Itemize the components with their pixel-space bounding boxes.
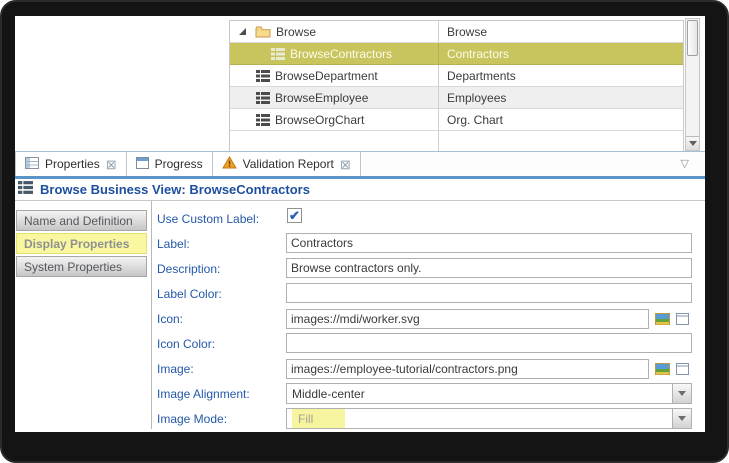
field-label: Image: (157, 361, 194, 376)
field-label: Description: (157, 261, 221, 276)
scrollbar-down-button[interactable] (686, 136, 699, 150)
business-view-icon (256, 113, 270, 126)
image-picker-icon[interactable] (655, 312, 670, 325)
field-label-color: Label Color: (157, 283, 692, 304)
progress-window-icon (135, 156, 149, 172)
business-view-icon (271, 47, 285, 60)
label-color-input[interactable] (286, 283, 692, 303)
tab-label: Properties (45, 157, 100, 171)
tree-item-label: Org. Chart (447, 112, 504, 127)
tree-item-label: Departments (447, 68, 516, 83)
section-sidebar: Name and Definition Display Properties S… (16, 210, 147, 279)
icon-input[interactable] (286, 308, 649, 329)
sidebar-item-label: Name and Definition (24, 213, 133, 228)
field-label: Use Custom Label: (157, 211, 260, 226)
close-icon[interactable]: ⊠ (106, 158, 117, 171)
view-menu-icon[interactable]: ▽ (681, 157, 689, 170)
tree-row-browseemployee[interactable]: BrowseEmployee Employees (230, 87, 683, 109)
business-view-icon (256, 91, 270, 104)
field-image-alignment: Image Alignment: Middle-center (157, 383, 692, 404)
tree-item-name: BrowseContractors (290, 46, 393, 61)
chevron-down-icon (678, 391, 686, 396)
selected-value: Middle-center (292, 386, 365, 401)
highlighted-value: Fill (292, 409, 345, 428)
image-input[interactable] (286, 358, 649, 379)
image-picker-icon[interactable] (655, 362, 670, 375)
sidebar-item-display-properties[interactable]: Display Properties (16, 233, 147, 254)
use-custom-label-checkbox[interactable]: ✔ (287, 208, 302, 223)
field-image: Image: (157, 358, 692, 379)
tree-row-browse[interactable]: Browse Browse (230, 21, 683, 43)
business-view-icon (18, 180, 33, 199)
tree-row-browsecontractors[interactable]: BrowseContractors Contractors (230, 43, 683, 65)
field-label: Image Alignment: (157, 386, 250, 401)
combo-arrow-button[interactable] (672, 384, 691, 403)
browse-dialog-icon[interactable] (676, 362, 689, 375)
field-label: Icon: (157, 311, 184, 326)
icon-color-input[interactable] (286, 333, 692, 353)
tree-item-label: Browse (447, 24, 488, 39)
field-label: Icon Color: (157, 336, 216, 351)
tree-item-name: BrowseOrgChart (275, 112, 365, 127)
tree-table: Browse Browse BrowseContractors Contract… (229, 20, 684, 152)
sidebar-divider (151, 201, 152, 429)
field-image-mode: Image Mode: Fill (157, 408, 692, 429)
scrollbar-thumb[interactable] (687, 20, 698, 56)
chevron-down-icon (678, 416, 686, 421)
tab-label: Progress (154, 157, 203, 171)
sidebar-item-system-properties[interactable]: System Properties (16, 256, 147, 277)
tree-item-name: Browse (276, 24, 317, 39)
view-tab-bar: Properties ⊠ Progress Validation Report … (15, 152, 705, 179)
field-icon-color: Icon Color: (157, 333, 692, 354)
field-description: Description: (157, 258, 692, 279)
field-label: Label: (157, 236, 190, 251)
description-input[interactable] (286, 258, 692, 278)
properties-view-pane: Properties ⊠ Progress Validation Report … (15, 151, 705, 432)
tab-progress[interactable]: Progress (126, 152, 213, 176)
image-mode-select[interactable]: Fill (286, 408, 692, 429)
tree-item-name: BrowseDepartment (275, 68, 378, 83)
ide-window: Browse Browse BrowseContractors Contract… (15, 16, 705, 432)
tree-item-label: Contractors (447, 46, 510, 61)
sidebar-item-label: System Properties (24, 259, 123, 274)
browse-dialog-icon[interactable] (676, 312, 689, 325)
warning-icon (221, 156, 237, 172)
properties-header: Browse Business View: BrowseContractors (15, 179, 705, 201)
tab-validation-report[interactable]: Validation Report ⊠ (212, 152, 361, 176)
tree-row-browseorgchart[interactable]: BrowseOrgChart Org. Chart (230, 109, 683, 131)
object-tree-pane: Browse Browse BrowseContractors Contract… (15, 16, 705, 152)
field-label: Image Mode: (157, 411, 228, 426)
properties-icon (25, 156, 39, 172)
display-properties-form: Use Custom Label: ✔ Label: Description: (157, 208, 692, 432)
label-input[interactable] (286, 233, 692, 253)
combo-arrow-button[interactable] (672, 409, 691, 428)
tree-row-browsedepartment[interactable]: BrowseDepartment Departments (230, 65, 683, 87)
business-view-icon (256, 69, 270, 82)
tab-label: Validation Report (242, 157, 334, 171)
field-use-custom-label: Use Custom Label: ✔ (157, 208, 692, 229)
close-icon[interactable]: ⊠ (340, 158, 351, 171)
tab-properties[interactable]: Properties ⊠ (15, 152, 127, 176)
expand-arrow-icon[interactable] (239, 28, 246, 35)
page-title: Browse Business View: BrowseContractors (40, 182, 310, 197)
tree-vertical-scrollbar[interactable] (685, 18, 700, 151)
tree-empty-row (230, 131, 683, 152)
sidebar-item-name-and-definition[interactable]: Name and Definition (16, 210, 147, 231)
properties-body: Name and Definition Display Properties S… (15, 201, 705, 429)
field-label: Label: (157, 233, 692, 254)
folder-icon (255, 25, 271, 38)
field-icon: Icon: (157, 308, 692, 329)
tree-item-label: Employees (447, 90, 507, 105)
checkmark-icon: ✔ (289, 208, 300, 223)
arrow-down-icon (688, 141, 697, 146)
tree-item-name: BrowseEmployee (275, 90, 369, 105)
field-label: Label Color: (157, 286, 222, 301)
screenshot-frame: Browse Browse BrowseContractors Contract… (0, 0, 729, 463)
image-alignment-select[interactable]: Middle-center (286, 383, 692, 404)
sidebar-item-label: Display Properties (24, 236, 130, 251)
